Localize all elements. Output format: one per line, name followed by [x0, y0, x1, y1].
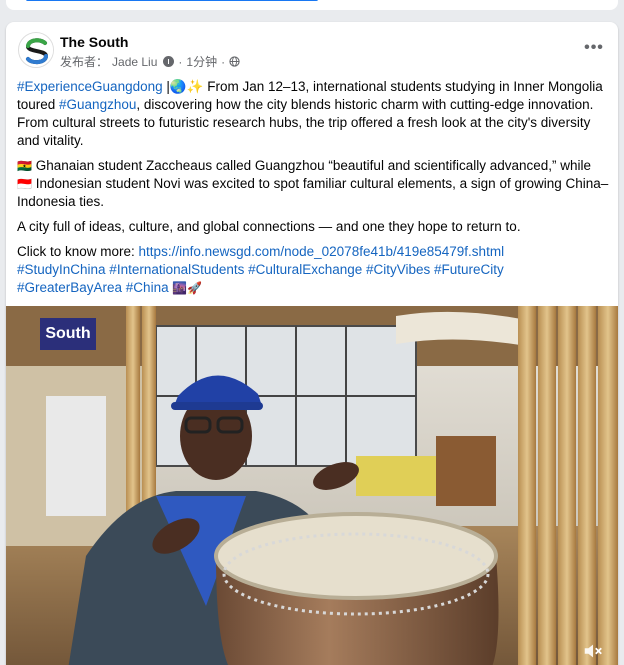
post-header: The South 发布者： Jade Liu · 1分钟 · •••	[6, 22, 618, 74]
separator: ·	[221, 54, 226, 69]
hashtags-line-2[interactable]: #GreaterBayArea #China	[17, 280, 169, 295]
more-options-button[interactable]: •••	[582, 36, 606, 60]
separator: ·	[178, 54, 183, 69]
post-paragraph-1: #ExperienceGuangdong |🌏✨ From Jan 12–13,…	[17, 78, 609, 150]
publisher-name[interactable]: Jade Liu	[112, 55, 157, 69]
hashtags-line-1[interactable]: #StudyInChina #InternationalStudents #Cu…	[17, 262, 504, 277]
previous-post-strip	[0, 0, 624, 20]
video-frame	[6, 306, 618, 665]
video-progress-bar	[26, 0, 318, 1]
hashtag-link[interactable]: #Guangzhou	[59, 97, 136, 112]
page-name[interactable]: The South	[60, 34, 128, 50]
post-paragraph-4: Click to know more: https://info.newsgd.…	[17, 243, 609, 297]
hashtag-link[interactable]: #ExperienceGuangdong	[17, 79, 163, 94]
link-prefix: Click to know more:	[17, 244, 139, 259]
post-meta: 发布者： Jade Liu · 1分钟 ·	[60, 53, 240, 70]
paragraph-text: Indonesian student Novi was excited to s…	[17, 176, 609, 209]
post-paragraph-3: A city full of ideas, culture, and globa…	[17, 219, 521, 234]
speaker-muted-icon[interactable]	[582, 640, 604, 662]
publisher-prefix: 发布者：	[60, 55, 109, 69]
article-link[interactable]: https://info.newsgd.com/node_02078fe41b/…	[139, 244, 505, 259]
paragraph-text: Ghanaian student Zaccheaus called Guangz…	[31, 158, 592, 173]
feed-post: The South 发布者： Jade Liu · 1分钟 · ••• #Exp…	[6, 22, 618, 665]
info-icon[interactable]	[163, 56, 175, 67]
city-rocket-emoji: 🌆🚀	[168, 281, 203, 295]
ghana-flag-icon: 🇬🇭	[17, 159, 32, 173]
post-paragraph-2: 🇬🇭 Ghanaian student Zaccheaus called Gua…	[17, 157, 609, 211]
globe-icon	[229, 56, 240, 67]
the-south-logo-icon	[20, 34, 53, 67]
post-text: #ExperienceGuangdong |🌏✨ From Jan 12–13,…	[17, 78, 609, 304]
channel-badge: South	[40, 318, 96, 350]
post-video[interactable]: South	[6, 306, 618, 665]
drum	[214, 512, 499, 665]
page-avatar[interactable]	[18, 32, 54, 68]
post-time[interactable]: 1分钟	[186, 53, 217, 70]
indonesia-flag-icon: 🇮🇩	[17, 177, 32, 191]
previous-post-card	[6, 0, 618, 10]
